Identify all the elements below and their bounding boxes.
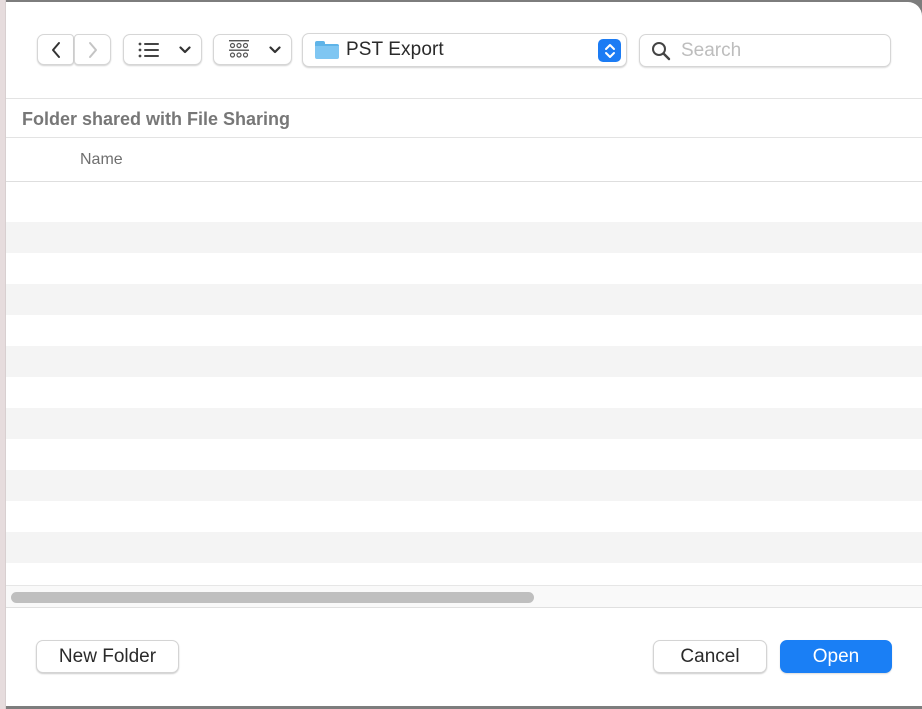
new-folder-button[interactable]: New Folder xyxy=(36,640,179,673)
empty-row xyxy=(6,315,922,346)
search-field[interactable] xyxy=(639,34,891,67)
chevron-left-icon xyxy=(51,41,60,58)
forward-button[interactable] xyxy=(74,34,111,65)
file-list[interactable] xyxy=(6,183,922,585)
up-down-chevron-icon[interactable] xyxy=(598,39,621,62)
location-popup[interactable]: PST Export xyxy=(302,33,627,67)
group-grid-icon xyxy=(229,39,249,58)
toolbar: PST Export xyxy=(6,2,922,99)
section-title: Folder shared with File Sharing xyxy=(22,109,291,129)
scrollbar-thumb[interactable] xyxy=(11,592,534,603)
column-header-name[interactable]: Name xyxy=(80,151,123,169)
horizontal-scrollbar[interactable] xyxy=(6,585,922,608)
location-label: PST Export xyxy=(346,39,444,60)
chevron-right-icon xyxy=(88,41,97,58)
list-view-icon xyxy=(138,42,159,57)
empty-row xyxy=(6,183,922,222)
group-by-dropdown[interactable] xyxy=(213,34,292,65)
chevron-down-icon xyxy=(269,45,281,53)
view-mode-dropdown[interactable] xyxy=(123,34,202,65)
open-file-dialog: PST Export Folder shared with File Shari… xyxy=(6,2,922,706)
back-button[interactable] xyxy=(37,34,74,65)
empty-row xyxy=(6,284,922,315)
chevron-down-icon xyxy=(179,45,191,53)
empty-row xyxy=(6,408,922,439)
empty-row xyxy=(6,377,922,408)
empty-row xyxy=(6,501,922,532)
empty-row xyxy=(6,346,922,377)
empty-row xyxy=(6,222,922,253)
search-icon xyxy=(652,41,671,60)
cancel-button[interactable]: Cancel xyxy=(653,640,767,673)
empty-row xyxy=(6,439,922,470)
open-button[interactable]: Open xyxy=(780,640,892,673)
empty-row xyxy=(6,532,922,563)
empty-row xyxy=(6,470,922,501)
column-header-row: Name xyxy=(6,138,922,182)
search-input[interactable] xyxy=(681,39,871,62)
empty-row xyxy=(6,253,922,284)
folder-icon xyxy=(315,41,339,59)
